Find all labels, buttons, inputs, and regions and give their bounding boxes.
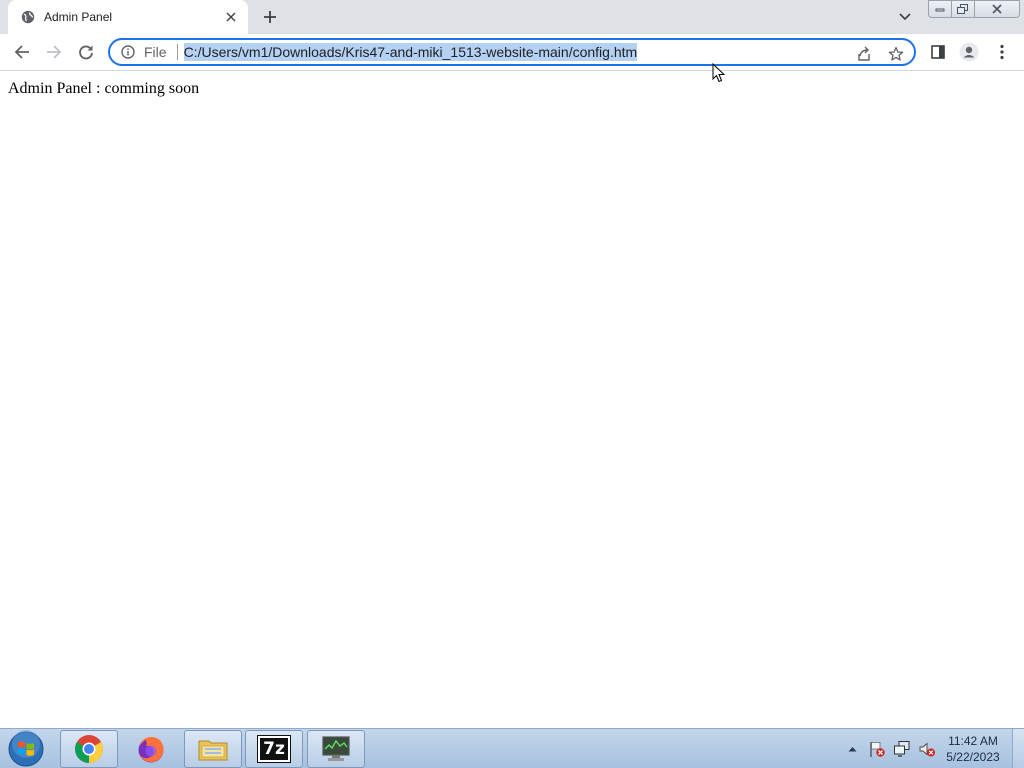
network-icon[interactable] [890,737,914,761]
tab-title: Admin Panel [44,10,113,24]
close-tab-icon[interactable] [222,8,240,26]
show-hidden-icons-icon[interactable] [840,737,864,761]
new-tab-icon[interactable] [258,5,282,29]
taskbar-7zip[interactable]: 7z [245,730,303,768]
taskbar-monitor-app[interactable] [307,730,365,768]
taskbar-chrome[interactable] [60,730,118,768]
mouse-cursor-icon [712,63,726,83]
show-desktop-button[interactable] [1012,729,1024,768]
start-button[interactable] [4,730,48,768]
omnibox-divider [176,44,178,60]
forward-arrow-icon[interactable] [40,38,68,66]
clock-time: 11:42 AM [948,734,998,748]
monitor-app-icon [322,736,350,761]
system-tray [840,729,940,768]
share-icon[interactable] [852,42,876,66]
taskbar-clock[interactable]: 11:42 AM 5/22/2023 [940,733,1006,765]
tab-admin-panel[interactable]: Admin Panel [8,0,248,34]
star-icon[interactable] [884,42,908,66]
reload-icon[interactable] [72,38,100,66]
browser-toolbar: File C:/Users/vm1/Downloads/Kris47-and-m… [0,34,1024,71]
tab-strip: Admin Panel [0,0,1024,34]
page-content: Admin Panel : comming soon [0,72,1024,728]
action-center-flag-icon[interactable] [865,737,889,761]
clock-date: 5/22/2023 [946,750,1000,764]
minimize-icon[interactable] [928,0,952,18]
info-icon[interactable] [114,40,142,64]
menu-icon[interactable] [988,38,1016,66]
file-explorer-icon [198,740,228,761]
address-bar[interactable]: File C:/Users/vm1/Downloads/Kris47-and-m… [108,38,916,66]
restore-icon[interactable] [951,0,975,18]
profile-icon[interactable] [955,38,983,66]
chevron-down-icon[interactable] [893,6,917,28]
chrome-icon [75,735,103,763]
taskbar: 7z 11:42 AM 5/22/2023 [0,728,1024,768]
scheme-label: File [144,44,167,60]
firefox-icon [138,737,164,763]
side-panel-icon[interactable] [924,38,952,66]
windows-logo-icon [8,730,44,767]
page-body-text: Admin Panel : comming soon [8,80,200,97]
back-arrow-icon[interactable] [8,38,36,66]
url-text[interactable]: C:/Users/vm1/Downloads/Kris47-and-miki_1… [183,43,638,61]
7zip-label: 7z [263,739,285,759]
close-window-icon[interactable] [974,0,1020,18]
7zip-icon: 7z [257,735,291,763]
globe-icon [20,9,36,25]
taskbar-firefox[interactable] [122,730,180,768]
taskbar-file-explorer[interactable] [184,730,242,768]
volume-muted-icon[interactable] [915,737,939,761]
